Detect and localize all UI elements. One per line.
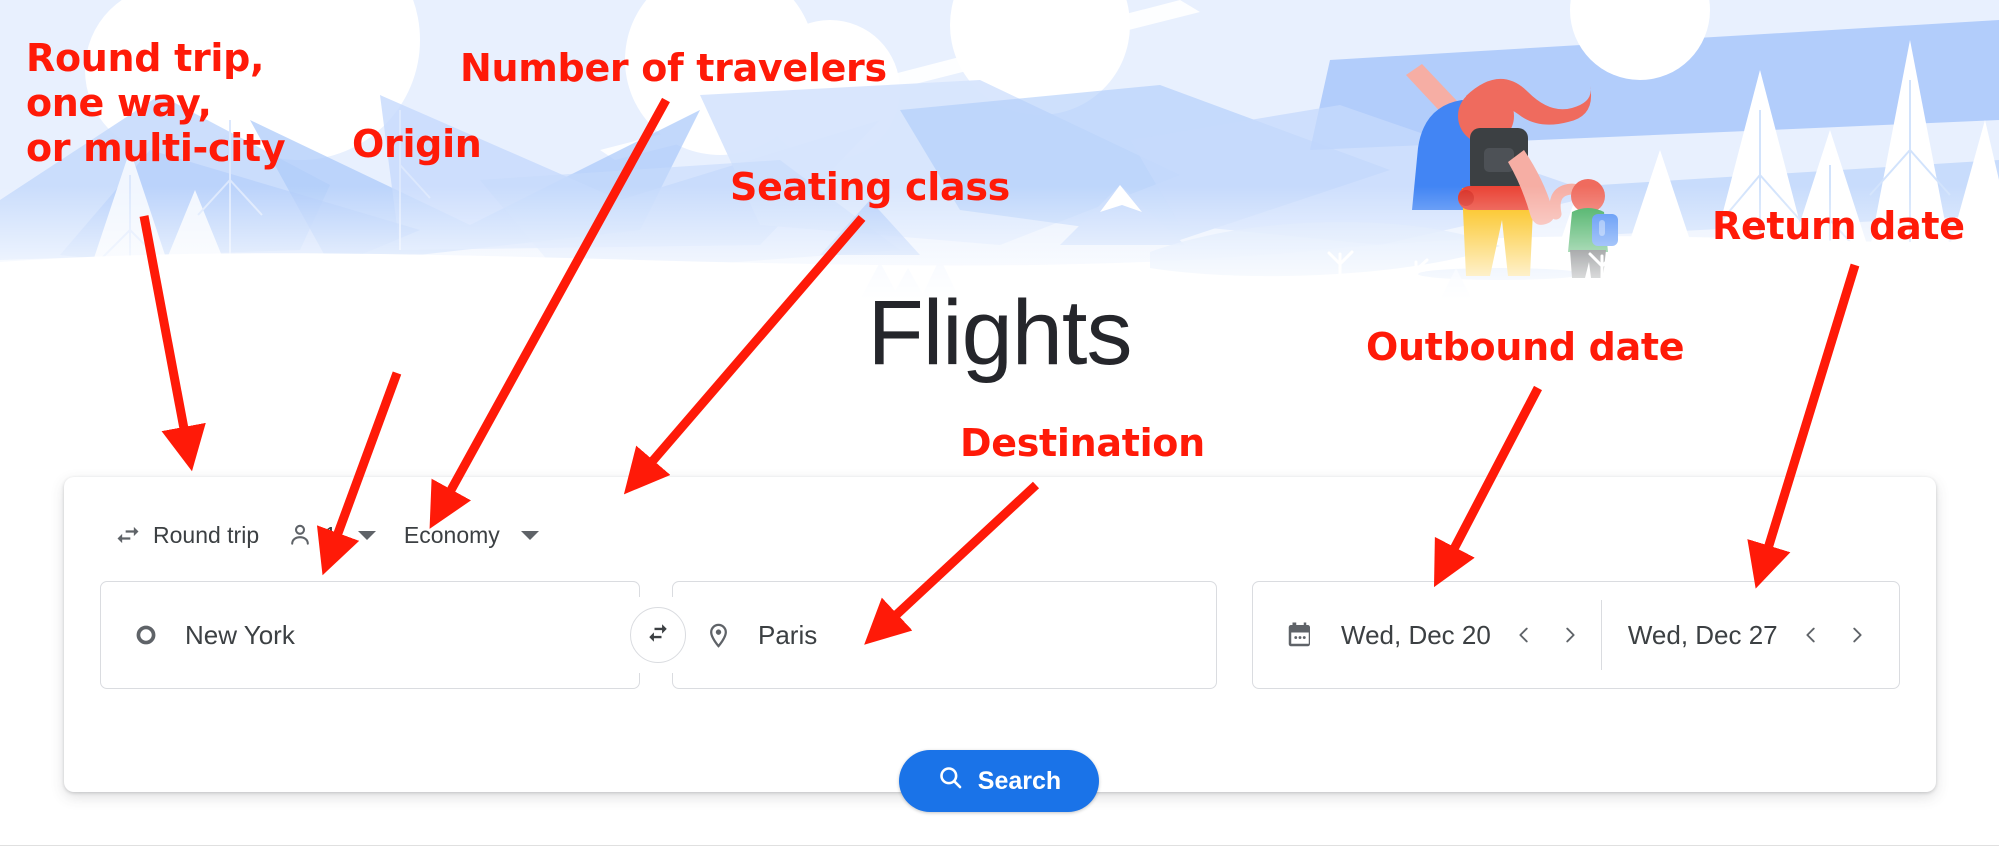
chevron-down-icon: [520, 530, 539, 540]
destination-input[interactable]: Paris: [672, 581, 1217, 689]
page-title: Flights: [867, 282, 1133, 384]
swap-arrows-icon: [644, 619, 672, 652]
dates-input[interactable]: Wed, Dec 20 Wed, Dec 27: [1252, 581, 1900, 689]
trip-type-selector[interactable]: Round trip: [100, 513, 273, 557]
travelers-selector[interactable]: 1: [273, 513, 390, 557]
origin-input[interactable]: New York: [100, 581, 640, 689]
departure-date-segment[interactable]: Wed, Dec 20: [1315, 582, 1593, 688]
date-divider: [1600, 600, 1602, 670]
swap-origin-destination-button[interactable]: [630, 607, 686, 663]
origin-value: New York: [185, 619, 295, 650]
cabin-class-label: Economy: [403, 521, 500, 548]
departure-next-day-button[interactable]: [1547, 605, 1593, 665]
travelers-count: 1: [324, 521, 337, 548]
flights-search-page: Flights Round trip 1 Economy New York Pa…: [0, 0, 1999, 848]
cabin-class-selector[interactable]: Economy: [390, 513, 553, 557]
flight-search-card: Round trip 1 Economy New York Paris Wed,…: [64, 477, 1936, 792]
search-button[interactable]: Search: [899, 750, 1099, 812]
departure-prev-day-button[interactable]: [1501, 605, 1547, 665]
return-date-segment[interactable]: Wed, Dec 27: [1610, 582, 1880, 688]
chevron-down-icon: [357, 530, 376, 540]
departure-date-value: Wed, Dec 20: [1341, 619, 1491, 650]
search-options-row: Round trip 1 Economy: [100, 513, 553, 557]
location-pin-icon: [705, 622, 732, 649]
annotation-label-destination: Destination: [960, 421, 1205, 465]
return-date-value: Wed, Dec 27: [1627, 619, 1778, 650]
trip-type-label: Round trip: [153, 521, 260, 548]
person-icon: [287, 522, 313, 548]
hero-illustration: [0, 0, 1999, 300]
return-next-day-button[interactable]: [1834, 605, 1880, 665]
search-icon: [937, 764, 964, 798]
search-button-label: Search: [977, 766, 1062, 795]
page-bottom-divider: [0, 845, 1999, 846]
search-fields-row: New York Paris Wed, Dec 20 Wed, Dec 27: [100, 581, 1900, 689]
return-prev-day-button[interactable]: [1788, 605, 1834, 665]
destination-value: Paris: [758, 619, 818, 650]
circle-outline-icon: [133, 622, 159, 648]
swap-horizontal-arrows-icon: [114, 521, 142, 549]
calendar-icon: [1285, 620, 1315, 650]
